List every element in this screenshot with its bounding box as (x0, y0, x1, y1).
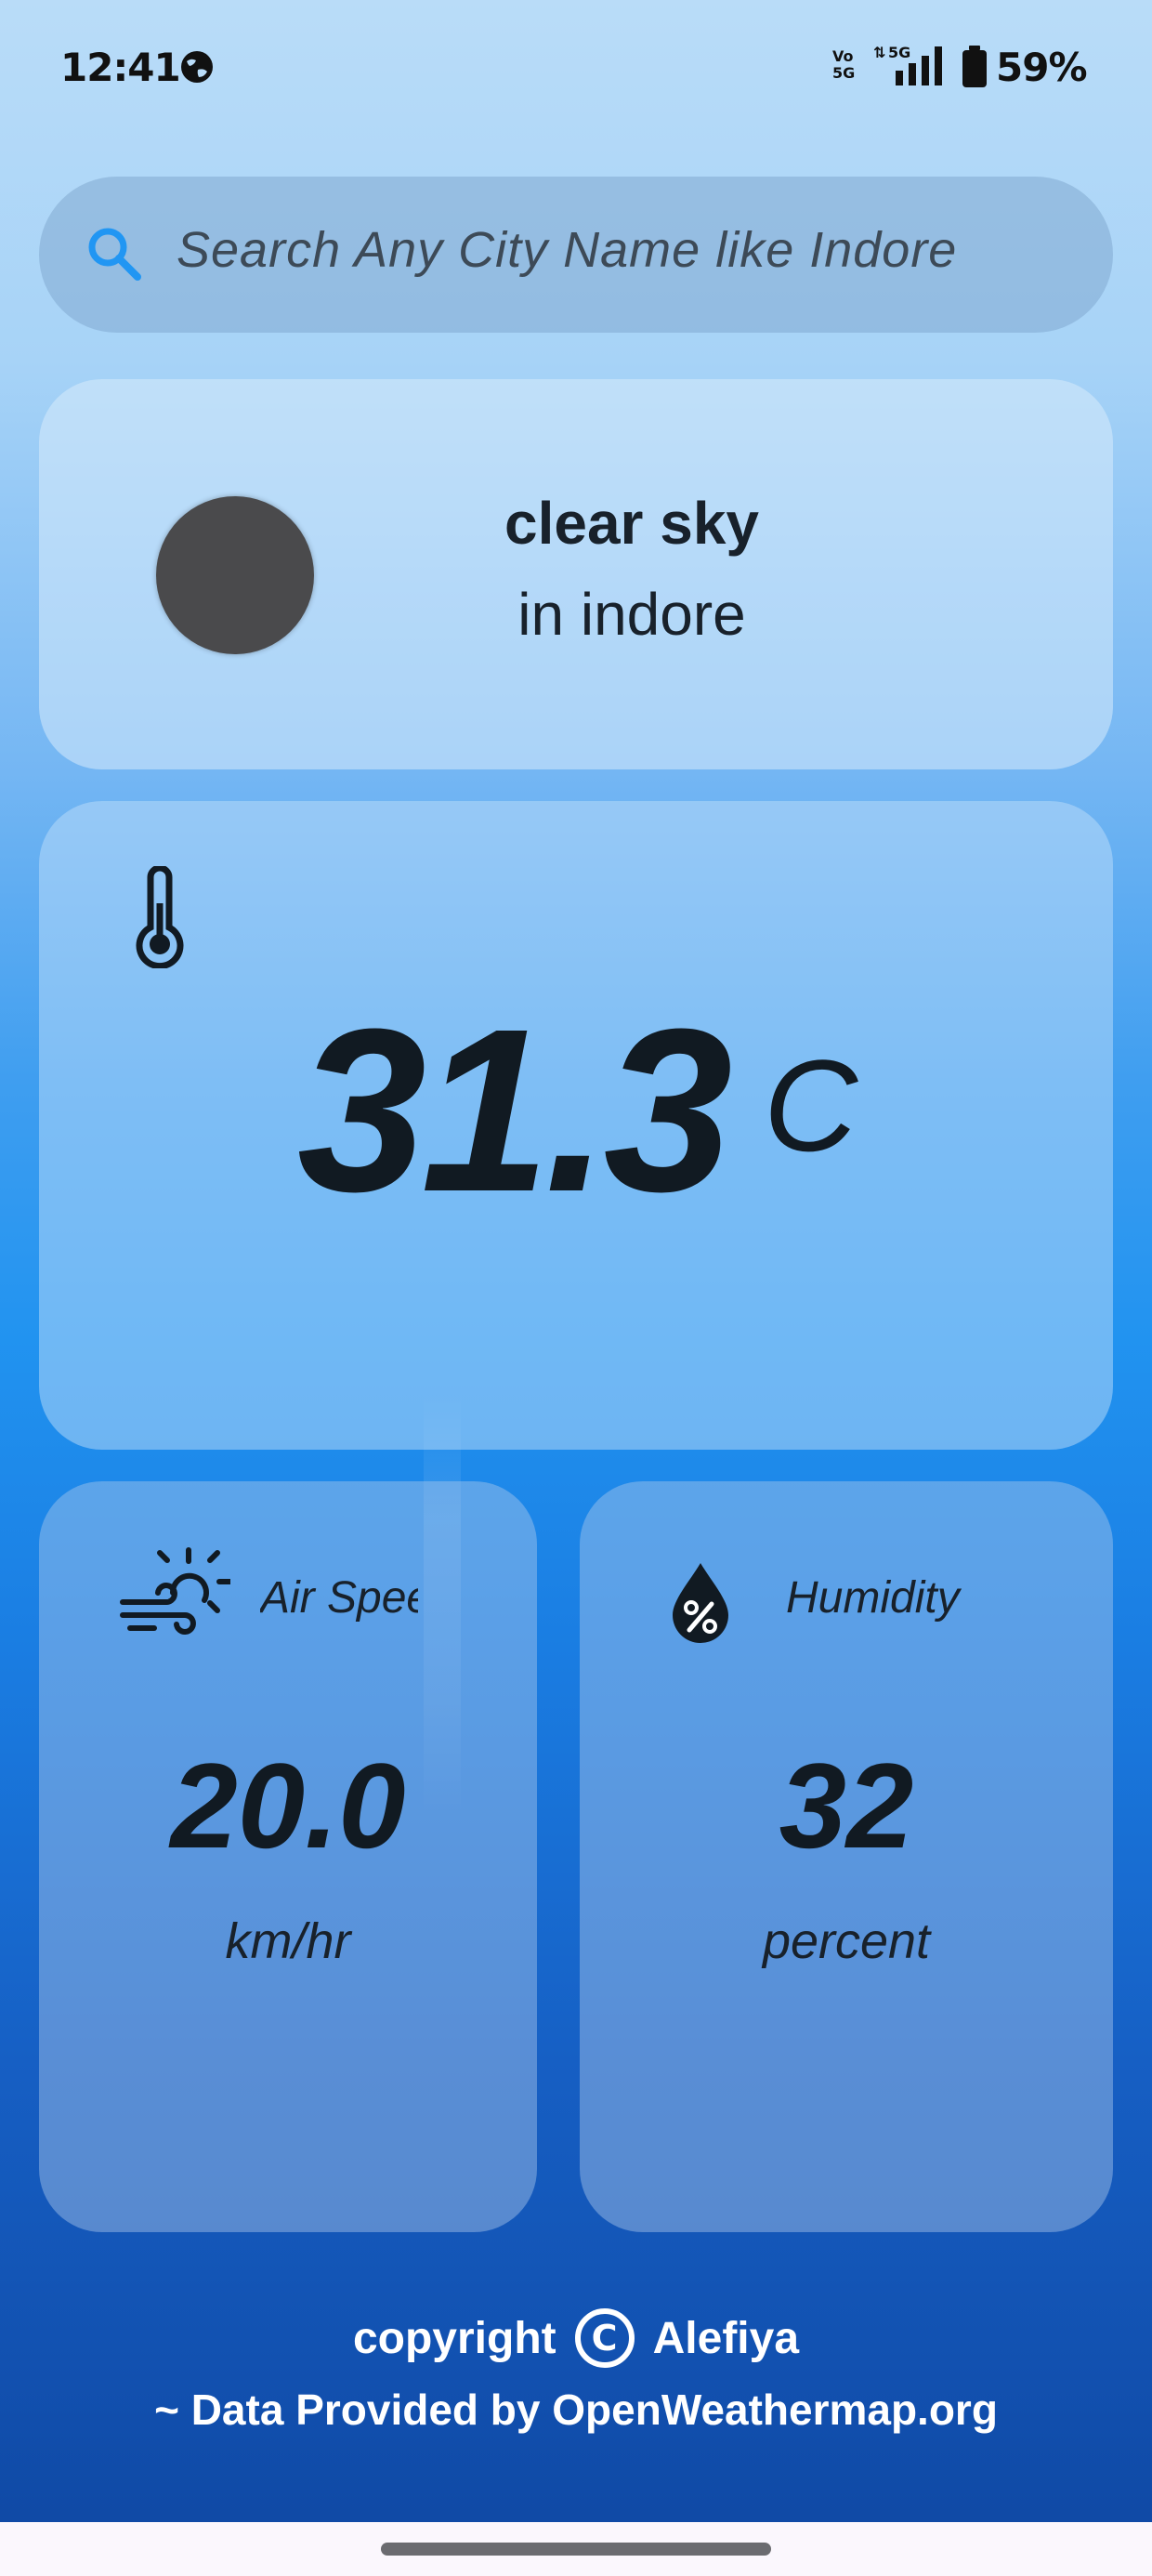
thermometer-icon (136, 866, 184, 968)
humidity-drop-icon (673, 1563, 728, 1643)
author-name: Alefiya (652, 2313, 800, 2363)
copyright-icon: C (574, 2308, 635, 2368)
data-type-label: 5G (888, 44, 910, 61)
footer-copyright: copyright C Alefiya (0, 2308, 1152, 2368)
status-time: 12:41 (60, 45, 181, 90)
data-credit: ~ Data Provided by OpenWeathermap.org (154, 2385, 998, 2434)
search-input[interactable]: Search Any City Name like Indore (177, 221, 957, 279)
condition-description: clear sky (504, 490, 760, 557)
battery-icon (962, 46, 987, 87)
condition-location: in indore (517, 581, 746, 648)
weather-icon (156, 496, 314, 654)
humidity-unit: percent (762, 1913, 931, 1969)
air-speed-unit: km/hr (225, 1913, 351, 1969)
gesture-handle[interactable] (381, 2543, 771, 2556)
signal-icon: ⇅ 5G (873, 44, 942, 85)
globe-icon (181, 51, 213, 83)
battery-percent: 59% (996, 45, 1088, 90)
svg-text:⇅: ⇅ (873, 44, 885, 61)
status-bar: 12:41 Vo 5G ⇅ 5G 59% (0, 0, 1152, 139)
search-icon[interactable] (84, 223, 143, 283)
volte-label-top: Vo (832, 47, 854, 65)
wind-sun-icon (120, 1547, 230, 1635)
humidity-value: 32 (779, 1738, 914, 1873)
air-speed-label: Air Speed (260, 1573, 418, 1623)
air-speed-label-wrap: Air Speed (260, 1572, 418, 1623)
volte-label-bottom: 5G (832, 64, 856, 82)
temperature-value: 31.3 (297, 980, 733, 1240)
copyright-text: copyright (352, 2313, 556, 2363)
humidity-label: Humidity (786, 1573, 960, 1623)
volte-indicator: Vo 5G (832, 48, 855, 82)
temperature-unit: C (764, 1032, 858, 1178)
air-speed-value: 20.0 (170, 1738, 406, 1873)
